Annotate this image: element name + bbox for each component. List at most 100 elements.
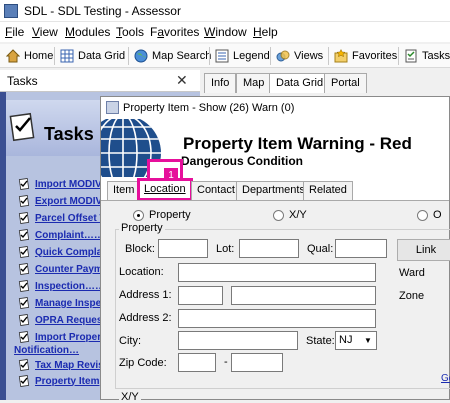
- map-search-button[interactable]: Map Search: [131, 46, 214, 66]
- menu-view[interactable]: View: [32, 25, 58, 39]
- state-value: NJ: [339, 334, 353, 346]
- zip-field[interactable]: [178, 353, 216, 372]
- task-item-label: Notification…: [14, 344, 79, 356]
- task-item[interactable]: OPRA Request: [18, 312, 106, 328]
- state-select[interactable]: NJ ▼: [335, 331, 377, 350]
- block-field[interactable]: [158, 239, 208, 258]
- lot-field[interactable]: [239, 239, 299, 258]
- tab-data-grid[interactable]: Data Grid: [269, 73, 331, 93]
- task-item[interactable]: Tax Map Revis: [18, 357, 104, 373]
- task-item[interactable]: Export MODIV: [18, 193, 102, 209]
- location-field[interactable]: [178, 263, 376, 282]
- checklist-icon: [18, 229, 30, 241]
- checklist-icon: [18, 195, 30, 207]
- task-item[interactable]: Notification…: [14, 342, 79, 358]
- toolbar-separator: [270, 47, 271, 65]
- city-label: City:: [119, 335, 141, 347]
- menu-bar: File View Modules Tools Favorites Window…: [0, 22, 450, 42]
- menu-modules[interactable]: Modules: [65, 25, 110, 39]
- grid-icon: [60, 49, 74, 63]
- task-item[interactable]: Property Item: [18, 373, 99, 389]
- zip-ext-field[interactable]: [231, 353, 283, 372]
- views-button[interactable]: Views: [273, 46, 326, 66]
- tab-map[interactable]: Map: [236, 73, 272, 93]
- task-item-label: Import Propert: [35, 331, 105, 343]
- favorites-label: Favorites: [352, 50, 398, 62]
- menu-tools[interactable]: Tools: [116, 25, 144, 39]
- property-item-dialog: Property Item - Show (26) Warn (0) Prope…: [100, 96, 450, 403]
- checklist-icon: [18, 212, 30, 224]
- go-link[interactable]: Go: [441, 373, 450, 384]
- menu-file[interactable]: File: [5, 25, 24, 39]
- legend-icon: [215, 49, 229, 63]
- tab-info[interactable]: Info: [204, 73, 237, 93]
- radio-xy-label: X/Y: [289, 209, 307, 221]
- tab-departments[interactable]: Departments: [236, 181, 311, 200]
- address2-label: Address 2:: [119, 312, 172, 324]
- toolbar: Home Data Grid Map Search Legend Views F…: [0, 44, 450, 68]
- radio-other[interactable]: O: [417, 209, 442, 221]
- tab-portal[interactable]: Portal: [324, 73, 367, 93]
- task-item-label: Property Item: [35, 375, 100, 387]
- checklist-icon: [18, 280, 30, 292]
- location-label: Location:: [119, 266, 164, 278]
- data-grid-button[interactable]: Data Grid: [57, 46, 128, 66]
- task-item-label: Export MODIV: [35, 195, 103, 207]
- zone-label: Zone: [399, 290, 425, 302]
- task-item[interactable]: Parcel Offset W: [18, 210, 109, 226]
- close-icon[interactable]: ✕: [176, 72, 188, 89]
- ward-label: Ward: [399, 267, 425, 279]
- link-button[interactable]: Link: [397, 239, 450, 261]
- task-item[interactable]: Quick Complain: [18, 244, 111, 260]
- legend-button[interactable]: Legend: [212, 46, 273, 66]
- property-group-label: Property: [119, 222, 165, 234]
- home-label: Home: [24, 50, 54, 62]
- title-bar: SDL - SDL Testing - Assessor: [0, 0, 450, 22]
- checklist-icon: [18, 246, 30, 258]
- toolbar-separator: [54, 47, 55, 65]
- toolbar-separator: [398, 47, 399, 65]
- warning-title: Property Item Warning - Red: [183, 134, 412, 153]
- tab-item[interactable]: Item: [107, 181, 141, 200]
- views-label: Views: [294, 50, 324, 62]
- tasks-button[interactable]: Tasks: [401, 46, 450, 66]
- map-search-label: Map Search: [152, 50, 212, 62]
- globe-icon: [134, 49, 148, 63]
- menu-window[interactable]: Window: [204, 25, 247, 39]
- address1-number-field[interactable]: [178, 286, 223, 305]
- task-item[interactable]: Counter Paym: [18, 261, 103, 277]
- menu-favorites[interactable]: Favorites: [150, 25, 199, 39]
- checklist-icon: [18, 359, 30, 371]
- checklist-icon: [18, 263, 30, 275]
- address1-field[interactable]: [231, 286, 376, 305]
- dialog-title: Property Item - Show (26) Warn (0): [123, 102, 295, 114]
- views-icon: [276, 50, 290, 62]
- checklist-icon: [18, 375, 30, 387]
- qual-field[interactable]: [335, 239, 387, 258]
- task-item[interactable]: Manage Inspe: [18, 295, 101, 311]
- task-item[interactable]: Import MODIV: [18, 176, 102, 192]
- tab-contact[interactable]: Contact: [191, 181, 241, 200]
- dialog-title-bar: Property Item - Show (26) Warn (0): [101, 97, 449, 119]
- location-tab-body: Property X/Y O Property Block: Lot: Qual…: [101, 200, 450, 403]
- tasks-label: Tasks: [422, 50, 450, 62]
- task-item[interactable]: Inspection……: [18, 278, 105, 294]
- radio-property[interactable]: Property: [133, 209, 191, 221]
- home-icon: [6, 49, 20, 63]
- toolbar-separator: [328, 47, 329, 65]
- chevron-down-icon: ▼: [361, 333, 375, 348]
- task-item[interactable]: Complaint……: [18, 227, 104, 243]
- home-button[interactable]: Home: [3, 46, 56, 66]
- xy-group-label: X/Y: [119, 391, 141, 403]
- favorites-button[interactable]: Favorites: [331, 46, 400, 66]
- dialog-icon: [106, 101, 119, 114]
- tasks-title: Tasks: [44, 124, 94, 144]
- address2-field[interactable]: [178, 309, 376, 328]
- tab-related[interactable]: Related: [303, 181, 353, 200]
- task-item-label: Import MODIV: [35, 178, 102, 190]
- checklist-icon: [18, 178, 30, 190]
- menu-help[interactable]: Help: [253, 25, 278, 39]
- tab-location[interactable]: Location: [137, 178, 193, 201]
- radio-xy[interactable]: X/Y: [273, 209, 307, 221]
- city-field[interactable]: [178, 331, 298, 350]
